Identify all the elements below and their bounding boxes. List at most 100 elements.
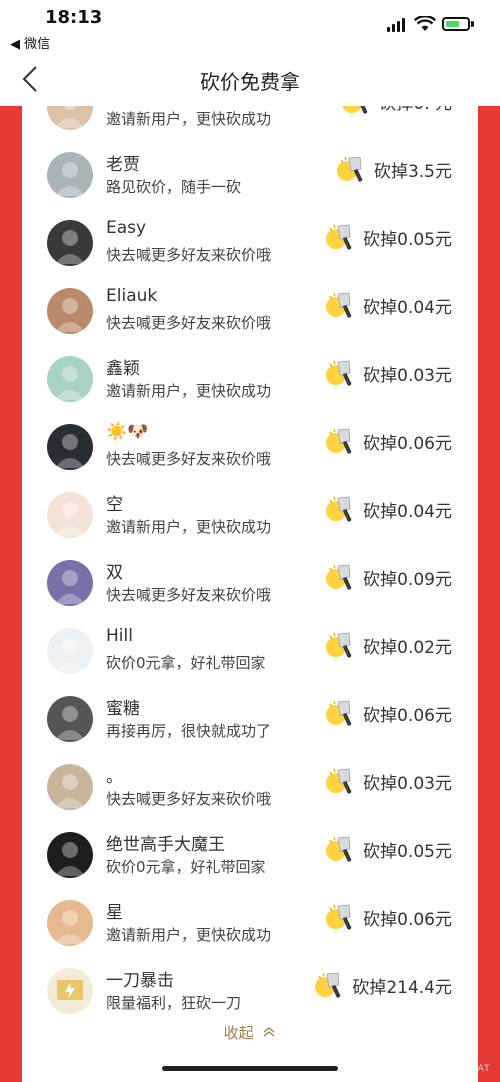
- helper-message: 砍价0元拿，好礼带回家: [106, 654, 266, 672]
- helper-message: 再接再厉，很快就成功了: [106, 722, 272, 740]
- helper-row: 鑫颖 邀请新用户，更快砍成功 砍掉0.03元: [22, 344, 478, 412]
- helper-message: 邀请新用户，更快砍成功: [106, 518, 272, 536]
- cleaver-icon: [326, 360, 352, 386]
- cut-amount: 砍掉0.06元: [363, 705, 452, 726]
- helper-row: 空邀请新用户，更快砍成功 砍掉0.04元: [22, 480, 478, 548]
- helper-row: 蜜糖再接再厉，很快就成功了 砍掉0.06元: [22, 684, 478, 752]
- wifi-icon: [414, 16, 436, 31]
- cut-amount: 砍掉0.09元: [363, 569, 452, 590]
- landscape-avatar-icon: [47, 152, 93, 198]
- red-frame: 邀请新用户，更快砍成功 砍掉0.·元老贾路见砍价，随手一砍 砍掉3.5元 Easy 快去…: [0, 106, 500, 1082]
- helper-message: 邀请新用户，更快砍成功: [106, 926, 272, 944]
- helper-name: 空: [106, 495, 123, 515]
- helper-row: Hill 砍价0元拿，好礼带回家 砍掉0.02元: [22, 616, 478, 684]
- cut-amount: 砍掉0.04元: [363, 501, 452, 522]
- cleaver-icon: [326, 904, 352, 930]
- cut-amount-group: 砍掉0.06元: [325, 698, 452, 728]
- helper-row: 邀请新用户，更快砍成功 砍掉0.·元: [22, 106, 478, 140]
- cleaver-icon: [342, 106, 368, 114]
- helper-name: 。: [106, 767, 123, 787]
- helper-message: 快去喊更多好友来砍价哦: [106, 246, 272, 264]
- cut-amount: 砍掉3.5元: [373, 161, 452, 182]
- dark-person-avatar-icon: [47, 424, 93, 470]
- cut-amount-group: 砍掉0.05元: [325, 222, 452, 252]
- battery-icon: [442, 17, 470, 31]
- child-avatar-icon: [47, 764, 93, 810]
- helper-message: 快去喊更多好友来砍价哦: [106, 790, 272, 808]
- helper-row: Easy 快去喊更多好友来砍价哦 砍掉0.05元: [22, 208, 478, 276]
- cleaver-icon: [326, 224, 352, 250]
- helper-message: 路见砍价，随手一砍: [106, 178, 242, 196]
- cut-amount-group: 砍掉0.04元: [325, 494, 452, 524]
- cut-amount-group: 砍掉214.4元: [314, 970, 452, 1000]
- cleaver-icon: [315, 972, 341, 998]
- man-green-glasses-avatar-icon: [47, 288, 93, 334]
- helper-message: 砍价0元拿，好礼带回家: [106, 858, 266, 876]
- helper-name: Easy: [106, 218, 147, 238]
- black-cat-watermark: 黑猫 BLACK CAT: [392, 1030, 500, 1082]
- dark-logo-avatar-icon: [47, 832, 93, 878]
- helper-message: 快去喊更多好友来砍价哦: [106, 450, 272, 468]
- cut-amount-group: 砍掉0.03元: [325, 358, 452, 388]
- cut-amount-group: 砍掉0.06元: [325, 902, 452, 932]
- black-dress-avatar-icon: [47, 696, 93, 742]
- cut-amount-group: 砍掉0.04元: [325, 290, 452, 320]
- cleaver-icon: [326, 496, 352, 522]
- cartoon-girl-avatar-icon: [47, 492, 93, 538]
- cleaver-icon: [326, 700, 352, 726]
- helper-row: 老贾路见砍价，随手一砍 砍掉3.5元: [22, 140, 478, 208]
- helper-name: 一刀暴击: [106, 971, 174, 991]
- back-to-wechat-link[interactable]: ◀ 微信: [10, 33, 50, 52]
- status-time: 18:13: [45, 7, 103, 28]
- cut-amount-group: 砍掉0.03元: [325, 766, 452, 796]
- helper-name: 蜜糖: [106, 699, 140, 719]
- cat-logo-icon: [396, 1038, 420, 1071]
- cut-amount-group: 砍掉0.05元: [325, 834, 452, 864]
- cleaver-icon: [336, 156, 363, 182]
- helper-name: 双: [106, 563, 123, 583]
- helper-name: Hill: [106, 626, 133, 646]
- navigation-bar: 砍价免费拿: [0, 52, 500, 106]
- cut-amount: 砍掉0.03元: [363, 365, 452, 386]
- sketch-avatar-icon: [47, 628, 93, 674]
- cleaver-icon: [326, 768, 352, 794]
- lightning-avatar-icon: [47, 968, 93, 1014]
- cut-amount-group: 砍掉0.02元: [325, 630, 452, 660]
- helper-name: 老贾: [106, 155, 140, 175]
- helper-row: 双快去喊更多好友来砍价哦 砍掉0.09元: [22, 548, 478, 616]
- helper-message: 邀请新用户，更快砍成功: [106, 382, 272, 400]
- helper-row: 绝世高手大魔王砍价0元拿，好礼带回家 砍掉0.05元: [22, 820, 478, 888]
- cellular-signal-icon: [387, 18, 405, 32]
- helper-message: 快去喊更多好友来砍价哦: [106, 586, 272, 604]
- cut-amount: 砍掉0.03元: [363, 773, 452, 794]
- cleaver-icon: [326, 292, 352, 318]
- cut-amount-group: 砍掉0.06元: [325, 426, 452, 456]
- status-bar: 18:13 ◀ 微信: [0, 0, 500, 52]
- green-room-avatar-icon: [47, 356, 93, 402]
- helper-row: 。快去喊更多好友来砍价哦 砍掉0.03元: [22, 752, 478, 820]
- family-cartoon-avatar-icon: [47, 900, 93, 946]
- helper-message: 邀请新用户，更快砍成功: [106, 110, 272, 128]
- cleaver-icon: [326, 632, 352, 658]
- cut-amount: 砍掉0.05元: [363, 841, 452, 862]
- sunset-avatar-icon: [47, 560, 93, 606]
- man-with-cat-avatar-icon: [47, 220, 93, 266]
- helper-list-panel: 邀请新用户，更快砍成功 砍掉0.·元老贾路见砍价，随手一砍 砍掉3.5元 Easy 快去…: [22, 106, 478, 1082]
- cut-amount: 砍掉0.02元: [363, 637, 452, 658]
- helper-name: 绝世高手大魔王: [106, 835, 225, 855]
- cut-amount: 砍掉0.06元: [363, 433, 452, 454]
- helper-name: Eliauk: [106, 286, 158, 306]
- helper-message: 限量福利，狂砍一刀: [106, 994, 242, 1012]
- double-chevron-up-icon: [263, 1027, 275, 1037]
- cut-amount: 砍掉0.·元: [379, 106, 452, 114]
- cut-amount: 砍掉0.05元: [363, 229, 452, 250]
- cleaver-icon: [326, 564, 352, 590]
- cut-amount: 砍掉214.4元: [352, 977, 452, 998]
- battery-cap: [471, 21, 474, 27]
- cut-amount-group: 砍掉0.·元: [341, 106, 452, 116]
- home-indicator: [162, 1066, 338, 1071]
- cut-amount: 砍掉0.06元: [363, 909, 452, 930]
- partial-avatar-icon: [47, 106, 93, 130]
- collapse-label: 收起: [223, 1024, 254, 1042]
- helper-message: 快去喊更多好友来砍价哦: [106, 314, 272, 332]
